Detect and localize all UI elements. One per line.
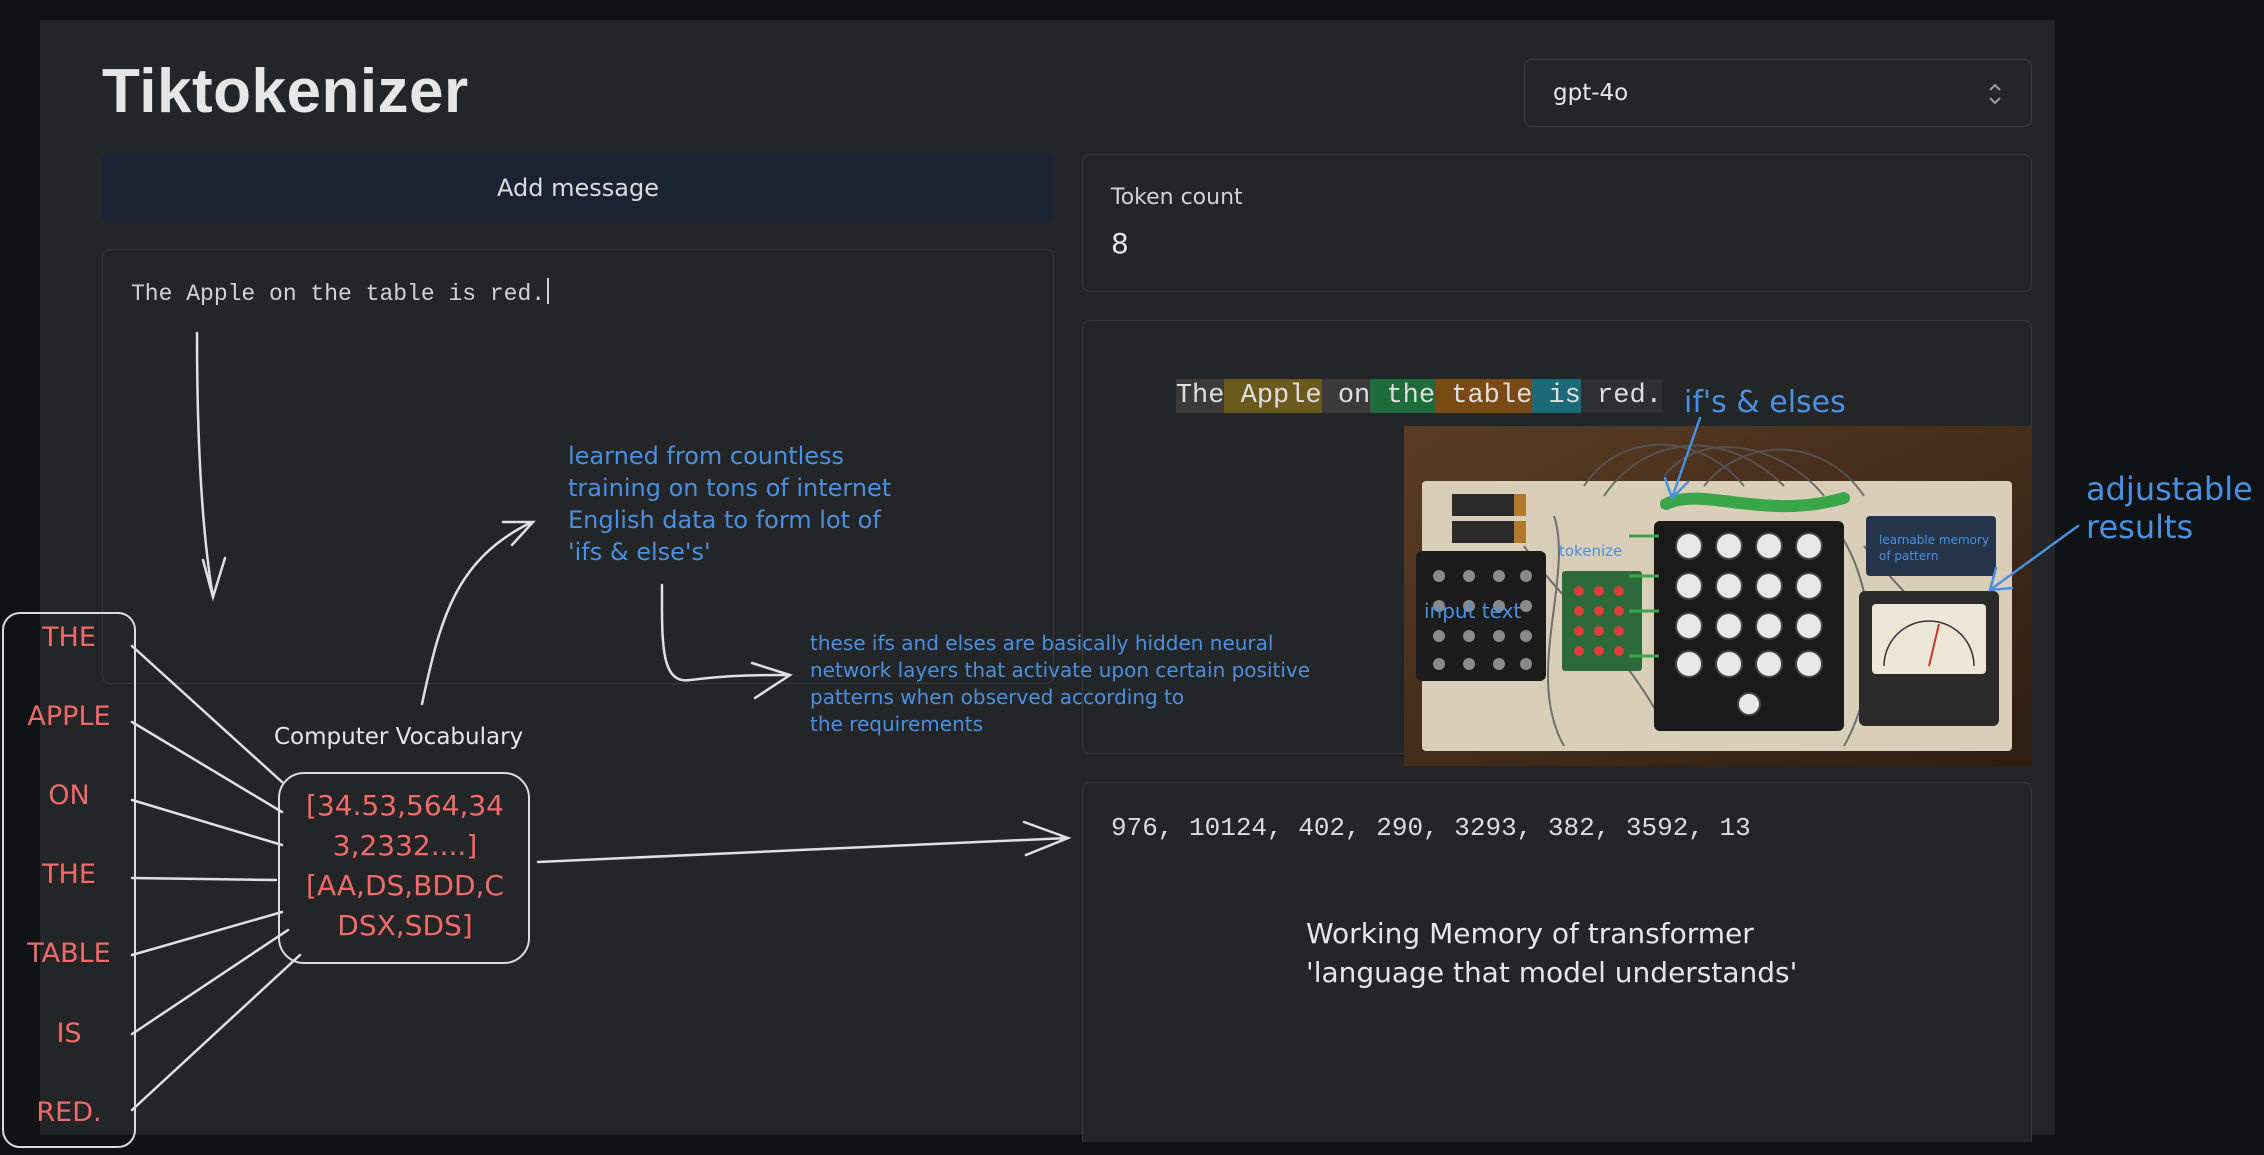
vocab-line: [AA,DS,BDD,C bbox=[306, 869, 504, 902]
annotation-line: these ifs and elses are basically hidden… bbox=[810, 631, 1274, 655]
word-item: TABLE bbox=[27, 938, 111, 969]
vocabulary-content: [34.53,564,34 3,2332....] [AA,DS,BDD,C D… bbox=[290, 786, 520, 946]
annotation-computer-vocabulary: Computer Vocabulary bbox=[274, 724, 524, 750]
annotation-hidden-layers: these ifs and elses are basically hidden… bbox=[810, 630, 1310, 738]
annotation-learned: learned from countless training on tons … bbox=[568, 440, 891, 568]
annotation-line: the requirements bbox=[810, 712, 984, 736]
word-item: APPLE bbox=[27, 701, 111, 732]
annotation-line: adjustable bbox=[2086, 470, 2253, 508]
vocab-line: [34.53,564,34 bbox=[306, 789, 504, 822]
annotation-line: results bbox=[2086, 508, 2194, 546]
word-item: RED. bbox=[36, 1097, 102, 1128]
annotation-line: 'ifs & else's' bbox=[568, 538, 711, 566]
annotation-line: English data to form lot of bbox=[568, 506, 881, 534]
word-item: ON bbox=[48, 780, 90, 811]
annotation-ifs-elses: if's & elses bbox=[1684, 385, 1846, 420]
annotation-line: 'language that model understands' bbox=[1306, 956, 1798, 989]
annotation-working-memory: Working Memory of transformer 'language … bbox=[1306, 914, 1797, 992]
word-item: IS bbox=[56, 1018, 82, 1049]
annotation-line: patterns when observed according to bbox=[810, 685, 1185, 709]
vocab-line: DSX,SDS] bbox=[337, 909, 473, 942]
annotation-line: Working Memory of transformer bbox=[1306, 917, 1754, 950]
annotation-line: network layers that activate upon certai… bbox=[810, 658, 1311, 682]
word-item: THE bbox=[42, 859, 96, 890]
vocab-line: 3,2332....] bbox=[332, 829, 478, 862]
annotation-adjustable: adjustable results bbox=[2086, 470, 2253, 546]
word-item: THE bbox=[42, 622, 96, 653]
annotation-line: training on tons of internet bbox=[568, 474, 892, 502]
annotation-line: learned from countless bbox=[568, 442, 845, 470]
annotation-arrows bbox=[130, 331, 2080, 1112]
